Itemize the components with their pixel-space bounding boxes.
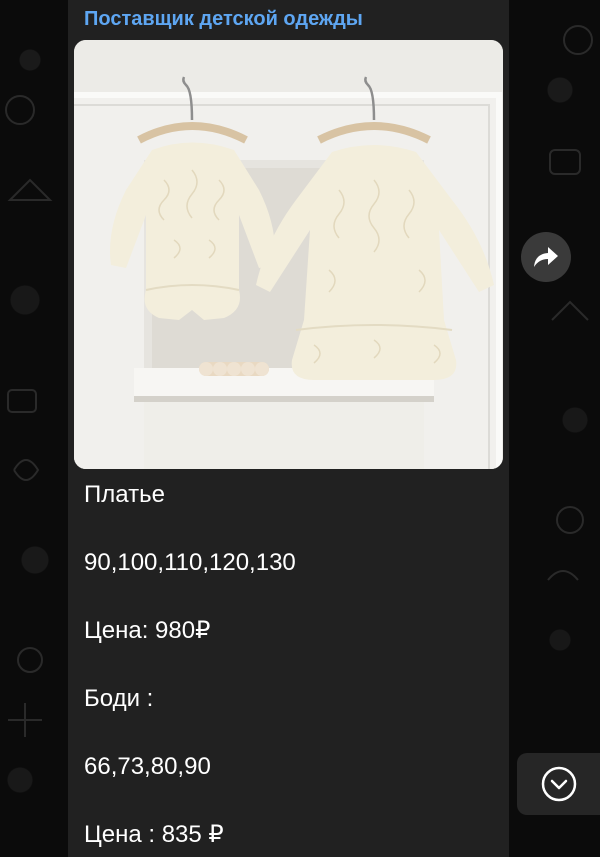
caption-line-dress-title: Платье [84,481,165,508]
chevron-down-icon [541,766,576,802]
caption-line-bodysuit-title: Боди : [84,685,154,712]
share-button[interactable] [521,232,571,282]
message-photo[interactable] [74,40,503,469]
caption-line-bodysuit-price: Цена : 835 ₽ [84,821,224,848]
scroll-down-button[interactable] [517,753,600,815]
caption-line-bodysuit-sizes: 66,73,80,90 [84,753,211,780]
teether-toy [199,362,269,376]
message-bubble[interactable]: Поставщик детской одежды Платье 90,100,1… [68,0,509,857]
clothing-photo-illustration [74,40,503,469]
forward-arrow-icon [534,247,558,267]
message-caption: Платье 90,100,110,120,130 Цена: 980₽ Бод… [84,478,494,857]
caption-line-dress-price: Цена: 980₽ [84,617,211,644]
sender-name[interactable]: Поставщик детской одежды [84,8,363,31]
caption-line-dress-sizes: 90,100,110,120,130 [84,549,296,576]
